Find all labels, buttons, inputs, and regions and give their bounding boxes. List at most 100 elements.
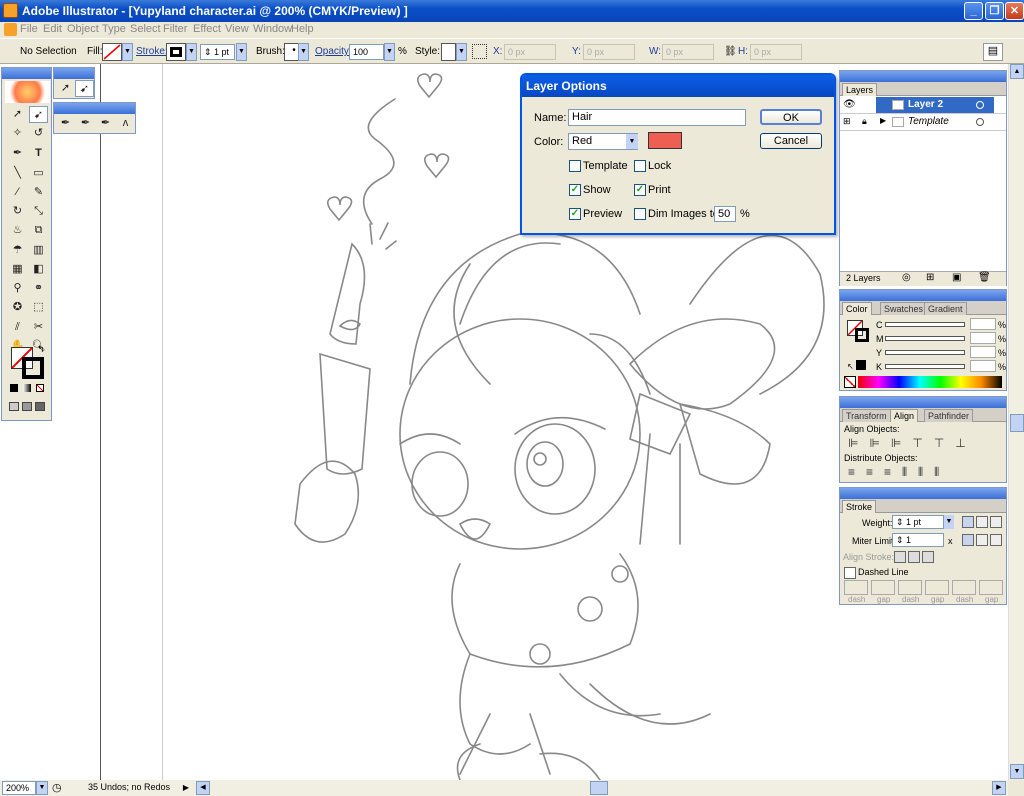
pathfinder-tab[interactable]: Pathfinder	[924, 409, 974, 422]
swatches-tab[interactable]: Swatches	[880, 302, 928, 315]
layer-name-input[interactable]: Hair	[568, 109, 746, 126]
style-swatch[interactable]	[441, 43, 456, 61]
selection-tool-icon[interactable]: ➚	[8, 106, 27, 123]
menu-view[interactable]: View	[225, 23, 249, 35]
miter-join-button[interactable]	[962, 534, 974, 546]
direct-selection-tool-icon[interactable]: ➹	[29, 106, 48, 123]
distribute-objects-icons[interactable]: ≡≡≡⫴⫴⫴	[848, 465, 950, 480]
new-layer-icon[interactable]: ▣	[952, 272, 961, 283]
dim-percent-input[interactable]: 50	[714, 206, 736, 222]
butt-cap-button[interactable]	[962, 516, 974, 528]
layer-row-layer2[interactable]: 👁︎ Layer 2	[840, 97, 1006, 114]
layers-panel-titlebar[interactable]	[840, 71, 1006, 82]
menu-help[interactable]: Help	[291, 23, 314, 35]
lock-checkbox[interactable]	[634, 160, 646, 172]
stroke-tab[interactable]: Stroke	[842, 500, 877, 513]
align-outside-button[interactable]	[922, 551, 934, 563]
cancel-button[interactable]: Cancel	[760, 133, 822, 149]
transform-tab[interactable]: Transform	[842, 409, 891, 422]
y-field[interactable]: 0 px	[583, 44, 635, 60]
align-center-button[interactable]	[894, 551, 906, 563]
w-field[interactable]: 0 px	[662, 44, 714, 60]
gap-1-input[interactable]	[871, 580, 895, 595]
layers-tab[interactable]: Layers	[842, 83, 878, 96]
pencil-tool-icon[interactable]: ✎	[29, 184, 48, 201]
status-cycle-icon[interactable]: ◷	[52, 781, 62, 794]
k-slider[interactable]	[885, 364, 965, 369]
status-menu-arrow-icon[interactable]: ▶	[180, 781, 192, 795]
reference-point-icon[interactable]	[472, 44, 487, 59]
link-icon[interactable]: ⛓	[724, 46, 737, 57]
minimize-button[interactable]: _	[964, 2, 983, 20]
lasso-tool-icon[interactable]: ↺	[29, 125, 48, 142]
weight-input[interactable]: ⇕ 1 pt	[892, 515, 944, 529]
scale-tool-icon[interactable]: ⤡	[29, 203, 48, 220]
align-inside-button[interactable]	[908, 551, 920, 563]
magic-wand-tool-icon[interactable]: ✧	[8, 125, 27, 142]
chevron-down-icon[interactable]: ▼	[626, 134, 638, 149]
tearoff-titlebar[interactable]	[54, 68, 94, 79]
menu-object[interactable]: Object	[67, 23, 99, 35]
zoom-input[interactable]: 200%	[2, 781, 36, 795]
scroll-right-icon[interactable]: ▶	[992, 781, 1006, 795]
align-panel-titlebar[interactable]	[840, 397, 1006, 408]
scroll-up-icon[interactable]: ▲	[1010, 64, 1024, 79]
round-join-button[interactable]	[976, 534, 988, 546]
toolbox-titlebar[interactable]	[2, 68, 51, 79]
print-checkbox[interactable]: ✓	[634, 184, 646, 196]
style-dropdown[interactable]: ▼	[456, 43, 467, 61]
gap-2-input[interactable]	[925, 580, 949, 595]
gradient-tool-icon[interactable]: ◧	[29, 261, 48, 278]
convert-anchor-icon[interactable]: ʌ	[116, 115, 135, 132]
menu-file[interactable]: File	[20, 23, 38, 35]
template-target-icon[interactable]	[976, 118, 984, 126]
scroll-left-icon[interactable]: ◀	[196, 781, 210, 795]
new-sublayer-icon[interactable]: ⊞	[926, 272, 934, 283]
slice-tool-icon[interactable]: ⫽	[8, 319, 27, 336]
menu-window[interactable]: Window	[253, 23, 292, 35]
gradient-mode-icon[interactable]	[23, 384, 31, 392]
graph-tool-icon[interactable]: ▥	[29, 242, 48, 259]
color-panel-titlebar[interactable]	[840, 290, 1006, 301]
warp-tool-icon[interactable]: ♨	[8, 222, 27, 239]
x-field[interactable]: 0 px	[504, 44, 556, 60]
template-layer-name[interactable]: Template	[908, 116, 949, 127]
dashed-line-checkbox[interactable]	[844, 567, 856, 579]
pen-icon[interactable]: ✒	[56, 115, 75, 132]
menu-type[interactable]: Type	[102, 23, 126, 35]
menu-effect[interactable]: Effect	[193, 23, 221, 35]
layer-color-swatch[interactable]	[648, 132, 682, 149]
symbol-sprayer-tool-icon[interactable]: ☂	[8, 242, 27, 259]
dash-3-input[interactable]	[952, 580, 976, 595]
gap-3-input[interactable]	[979, 580, 1003, 595]
palette-menu-icon[interactable]: ▤	[983, 43, 1003, 61]
menu-edit[interactable]: Edit	[43, 23, 62, 35]
bevel-join-button[interactable]	[990, 534, 1002, 546]
gradient-tab[interactable]: Gradient	[924, 302, 967, 315]
lock-icon[interactable]: 🔒︎	[862, 116, 867, 127]
align-tab[interactable]: Align	[890, 409, 919, 422]
k-input[interactable]	[970, 360, 996, 372]
stroke-swatch[interactable]	[166, 43, 186, 61]
align-objects-icons[interactable]: ⊫⊫⊫⊤⊤⊥	[848, 436, 977, 450]
y-slider[interactable]	[885, 350, 965, 355]
pen-tool-icon[interactable]: ✒	[8, 145, 27, 162]
vertical-scrollbar[interactable]: ▲ ▼	[1008, 64, 1024, 780]
color-spectrum-bar[interactable]	[858, 376, 1002, 388]
tearoff-direct-selection-icon[interactable]: ➹	[75, 80, 94, 97]
standard-screen-icon[interactable]	[9, 402, 19, 411]
color-tab[interactable]: Color	[842, 302, 872, 315]
show-checkbox[interactable]: ✓	[569, 184, 581, 196]
layer2-target-icon[interactable]	[976, 101, 984, 109]
blend-tool-icon[interactable]: ⚭	[29, 280, 48, 297]
stroke-panel-titlebar[interactable]	[840, 488, 1006, 499]
menu-select[interactable]: Select	[130, 23, 161, 35]
swap-colors-icon[interactable]: ↰	[37, 344, 45, 355]
layer2-name[interactable]: Layer 2	[908, 99, 943, 110]
tearoff-selection-icon[interactable]: ➚	[56, 80, 75, 97]
horizontal-scroll-thumb[interactable]	[590, 781, 608, 795]
rectangle-tool-icon[interactable]: ▭	[29, 165, 48, 182]
brush-dropdown[interactable]: ▼	[298, 43, 309, 61]
type-tool-icon[interactable]: T	[29, 145, 48, 162]
opacity-dropdown[interactable]: ▼	[384, 43, 395, 61]
